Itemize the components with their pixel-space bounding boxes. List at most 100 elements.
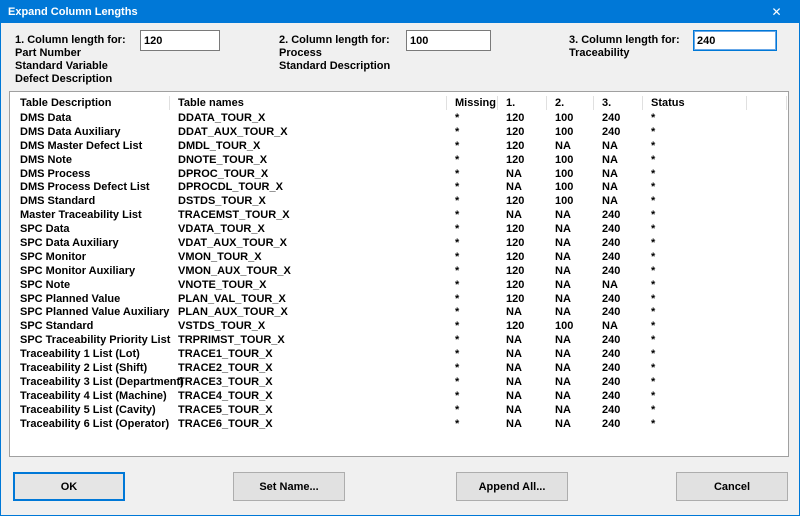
table-row[interactable]: SPC Standard VSTDS_TOUR_X * 120 100 NA * [10,320,788,334]
table-row[interactable]: DMS Note DNOTE_TOUR_X * 120 100 NA * [10,154,788,168]
cancel-button[interactable]: Cancel [676,472,788,501]
cell-missing: * [447,154,498,168]
cell-length-3: 240 [594,362,643,376]
cell-length-2: NA [547,279,594,293]
cell-status: * [643,126,747,140]
label-line: 2. Column length for: [279,34,390,47]
cell-table-name: DSTDS_TOUR_X [170,195,447,209]
cell-status: * [643,390,747,404]
cell-length-1: NA [498,209,547,223]
cell-table-description: DMS Data Auxiliary [10,126,170,140]
table-row[interactable]: SPC Monitor Auxiliary VMON_AUX_TOUR_X * … [10,265,788,279]
cell-length-2: 100 [547,112,594,126]
table-row[interactable]: Traceability 2 List (Shift) TRACE2_TOUR_… [10,362,788,376]
tables-list[interactable]: Table Description Table names Missing 1.… [9,91,789,457]
cell-table-description: Traceability 5 List (Cavity) [10,404,170,418]
cell-table-description: Traceability 4 List (Machine) [10,390,170,404]
set-name-button[interactable]: Set Name... [233,472,345,501]
cell-length-3: NA [594,279,643,293]
cell-status: * [643,209,747,223]
title-bar[interactable]: Expand Column Lengths ✕ [1,1,799,23]
cell-length-2: NA [547,251,594,265]
table-row[interactable]: DMS Process DPROC_TOUR_X * NA 100 NA * [10,168,788,182]
cell-table-description: SPC Data Auxiliary [10,237,170,251]
header-status: Status [643,96,747,110]
cell-status: * [643,334,747,348]
cell-status: * [643,404,747,418]
table-row[interactable]: DMS Master Defect List DMDL_TOUR_X * 120… [10,140,788,154]
close-button[interactable]: ✕ [754,1,799,23]
dialog-window: Expand Column Lengths ✕ 1. Column length… [0,0,800,516]
column-length-3-input[interactable] [693,30,777,51]
cell-missing: * [447,334,498,348]
table-row[interactable]: SPC Data Auxiliary VDAT_AUX_TOUR_X * 120… [10,237,788,251]
cell-length-2: 100 [547,126,594,140]
cell-length-3: 240 [594,306,643,320]
cell-missing: * [447,362,498,376]
cell-table-name: VSTDS_TOUR_X [170,320,447,334]
cell-table-description: Traceability 1 List (Lot) [10,348,170,362]
cell-length-1: 120 [498,154,547,168]
column-length-2-label: 2. Column length for: Process Standard D… [279,34,390,73]
cell-missing: * [447,306,498,320]
append-all-button[interactable]: Append All... [456,472,568,501]
cell-table-name: VNOTE_TOUR_X [170,279,447,293]
cell-table-name: VMON_TOUR_X [170,251,447,265]
cell-length-3: NA [594,195,643,209]
cell-missing: * [447,237,498,251]
table-row[interactable]: DMS Standard DSTDS_TOUR_X * 120 100 NA * [10,195,788,209]
cell-table-name: DPROCDL_TOUR_X [170,181,447,195]
table-row[interactable]: SPC Data VDATA_TOUR_X * 120 NA 240 * [10,223,788,237]
cell-table-description: SPC Traceability Priority List [10,334,170,348]
cell-table-name: TRACEMST_TOUR_X [170,209,447,223]
cell-status: * [643,195,747,209]
cell-table-name: VMON_AUX_TOUR_X [170,265,447,279]
cell-length-2: NA [547,223,594,237]
table-row[interactable]: DMS Data DDATA_TOUR_X * 120 100 240 * [10,112,788,126]
cell-status: * [643,306,747,320]
cell-status: * [643,223,747,237]
cell-missing: * [447,126,498,140]
cell-length-1: 120 [498,112,547,126]
label-line: Part Number [15,47,126,60]
ok-button[interactable]: OK [13,472,125,501]
cell-missing: * [447,348,498,362]
cell-missing: * [447,418,498,432]
table-row[interactable]: Traceability 1 List (Lot) TRACE1_TOUR_X … [10,348,788,362]
table-row[interactable]: DMS Data Auxiliary DDAT_AUX_TOUR_X * 120… [10,126,788,140]
cell-status: * [643,279,747,293]
cell-table-description: DMS Note [10,154,170,168]
cell-table-name: DMDL_TOUR_X [170,140,447,154]
cell-length-2: NA [547,334,594,348]
table-row[interactable]: Traceability 4 List (Machine) TRACE4_TOU… [10,390,788,404]
cell-table-name: TRPRIMST_TOUR_X [170,334,447,348]
table-row[interactable]: Master Traceability List TRACEMST_TOUR_X… [10,209,788,223]
cell-missing: * [447,209,498,223]
column-length-1-input[interactable] [140,30,220,51]
cell-length-1: 120 [498,140,547,154]
cell-missing: * [447,279,498,293]
table-row[interactable]: Traceability 5 List (Cavity) TRACE5_TOUR… [10,404,788,418]
table-row[interactable]: DMS Process Defect List DPROCDL_TOUR_X *… [10,181,788,195]
cell-missing: * [447,223,498,237]
table-row[interactable]: Traceability 6 List (Operator) TRACE6_TO… [10,418,788,432]
cell-missing: * [447,251,498,265]
table-row[interactable]: SPC Planned Value PLAN_VAL_TOUR_X * 120 … [10,293,788,307]
table-row[interactable]: SPC Note VNOTE_TOUR_X * 120 NA NA * [10,279,788,293]
table-row[interactable]: SPC Monitor VMON_TOUR_X * 120 NA 240 * [10,251,788,265]
table-row[interactable]: SPC Planned Value Auxiliary PLAN_AUX_TOU… [10,306,788,320]
cell-status: * [643,140,747,154]
cell-length-3: 240 [594,265,643,279]
cell-missing: * [447,293,498,307]
cell-length-1: 120 [498,279,547,293]
cell-missing: * [447,168,498,182]
table-row[interactable]: SPC Traceability Priority List TRPRIMST_… [10,334,788,348]
cell-table-name: TRACE2_TOUR_X [170,362,447,376]
cell-missing: * [447,112,498,126]
cell-length-1: 120 [498,195,547,209]
cell-table-name: DNOTE_TOUR_X [170,154,447,168]
cell-length-1: NA [498,390,547,404]
table-row[interactable]: Traceability 3 List (Department) TRACE3_… [10,376,788,390]
column-length-2-input[interactable] [406,30,491,51]
cell-length-3: 240 [594,209,643,223]
